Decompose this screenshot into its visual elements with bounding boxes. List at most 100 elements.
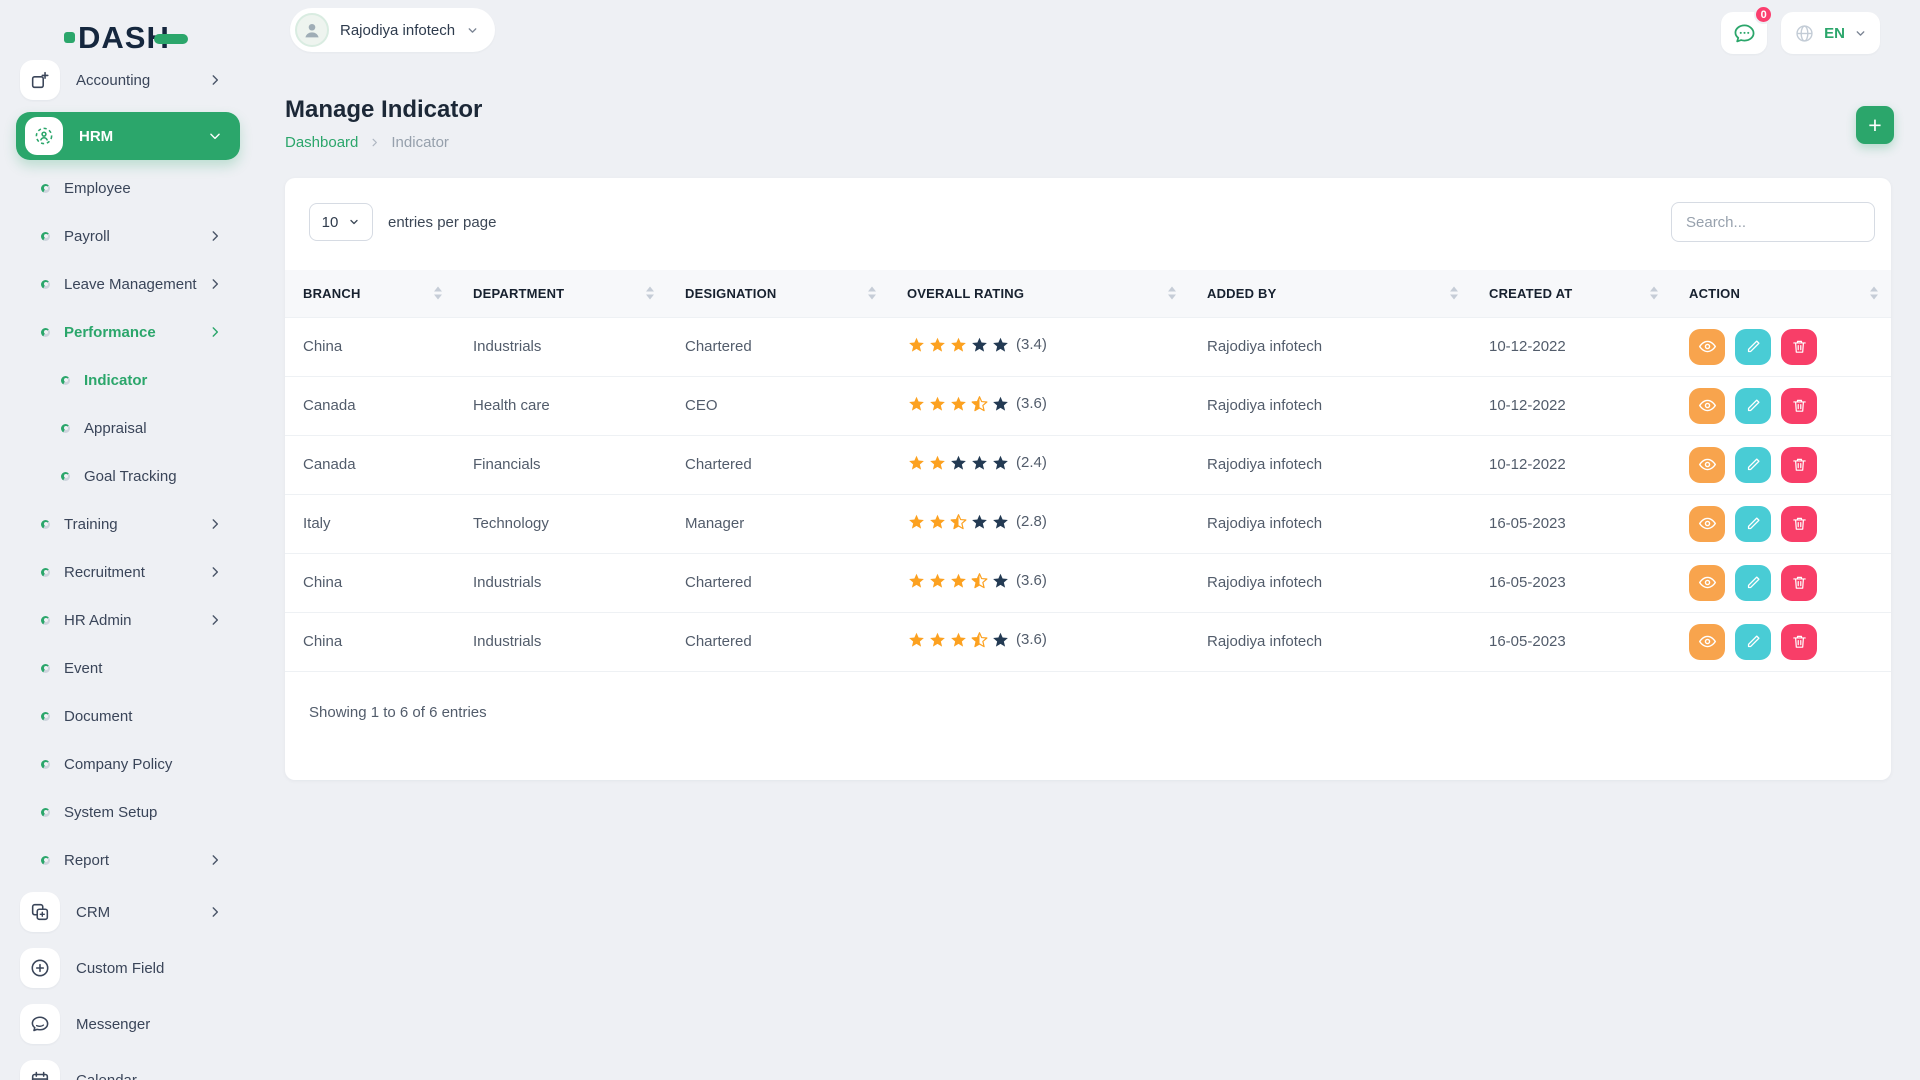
rating-value: (3.6) (1016, 631, 1047, 648)
messages-badge: 0 (1754, 5, 1773, 24)
sidebar-item-document[interactable]: Document (0, 692, 256, 740)
cell-action (1671, 317, 1891, 376)
cell-designation: Chartered (667, 317, 889, 376)
view-button[interactable] (1689, 329, 1725, 365)
cell-created-at: 10-12-2022 (1471, 435, 1671, 494)
column-header-action[interactable]: ACTION (1671, 270, 1891, 317)
sidebar-item-system-setup[interactable]: System Setup (0, 788, 256, 836)
star-empty-icon (970, 453, 989, 472)
column-header-created-at[interactable]: CREATED AT (1471, 270, 1671, 317)
star-empty-icon (991, 512, 1010, 531)
brand-logo[interactable]: DASH (64, 22, 188, 53)
delete-button[interactable] (1781, 447, 1817, 483)
chevron-right-icon (208, 517, 222, 531)
sidebar-item-appraisal[interactable]: Appraisal (0, 404, 256, 452)
globe-icon (1794, 23, 1815, 44)
edit-button[interactable] (1735, 329, 1771, 365)
star-full-icon (949, 335, 968, 354)
logo-accent-dot-icon (64, 32, 75, 43)
column-header-branch[interactable]: BRANCH (285, 270, 455, 317)
sidebar-item-company-policy[interactable]: Company Policy (0, 740, 256, 788)
sidebar-item-performance[interactable]: Performance (0, 308, 256, 356)
sidebar-item-label: Report (64, 852, 109, 869)
sidebar-item-leave-management[interactable]: Leave Management (0, 260, 256, 308)
table-toolbar: 10 entries per page (285, 178, 1891, 270)
chevron-right-icon (208, 277, 222, 291)
delete-button[interactable] (1781, 329, 1817, 365)
edit-button[interactable] (1735, 624, 1771, 660)
language-selector[interactable]: EN (1781, 12, 1880, 54)
sort-arrows-icon[interactable] (1450, 287, 1458, 300)
row-actions (1689, 447, 1873, 483)
sort-arrows-icon[interactable] (868, 287, 876, 300)
column-header-added-by[interactable]: ADDED BY (1189, 270, 1471, 317)
rating-value: (2.8) (1016, 513, 1047, 530)
bullet-ring-icon (61, 376, 70, 385)
sort-arrows-icon[interactable] (1168, 287, 1176, 300)
cell-created-at: 16-05-2023 (1471, 612, 1671, 671)
star-full-icon (928, 571, 947, 590)
search-input[interactable] (1671, 202, 1875, 242)
sidebar-item-hr-admin[interactable]: HR Admin (0, 596, 256, 644)
edit-button[interactable] (1735, 388, 1771, 424)
messages-button[interactable]: 0 (1721, 12, 1767, 54)
view-button[interactable] (1689, 624, 1725, 660)
sidebar-item-event[interactable]: Event (0, 644, 256, 692)
sidebar-item-training[interactable]: Training (0, 500, 256, 548)
sort-arrows-icon[interactable] (646, 287, 654, 300)
delete-button[interactable] (1781, 624, 1817, 660)
sort-arrows-icon[interactable] (1870, 287, 1878, 300)
view-button[interactable] (1689, 506, 1725, 542)
sidebar-item-report[interactable]: Report (0, 836, 256, 884)
table-row: ChinaIndustrialsChartered(3.4)Rajodiya i… (285, 317, 1891, 376)
breadcrumb-dashboard-link[interactable]: Dashboard (285, 134, 358, 151)
star-full-icon (928, 335, 947, 354)
sidebar-item-custom-field[interactable]: Custom Field (0, 940, 256, 996)
table-row: ChinaIndustrialsChartered(3.6)Rajodiya i… (285, 612, 1891, 671)
sidebar-item-crm[interactable]: CRM (0, 884, 256, 940)
delete-button[interactable] (1781, 565, 1817, 601)
trash-icon (1791, 397, 1808, 414)
sort-arrows-icon[interactable] (1650, 287, 1658, 300)
sidebar-item-label: Employee (64, 180, 131, 197)
sidebar-item-messenger[interactable]: Messenger (0, 996, 256, 1052)
sidebar-item-label: Calendar (76, 1072, 137, 1080)
view-button[interactable] (1689, 388, 1725, 424)
cell-branch: China (285, 612, 455, 671)
sidebar-item-indicator[interactable]: Indicator (0, 356, 256, 404)
rating-value: (3.4) (1016, 336, 1047, 353)
sidebar-item-payroll[interactable]: Payroll (0, 212, 256, 260)
sidebar-item-calendar[interactable]: Calendar (0, 1052, 256, 1080)
edit-button[interactable] (1735, 506, 1771, 542)
sidebar-item-recruitment[interactable]: Recruitment (0, 548, 256, 596)
sidebar-item-label: Goal Tracking (84, 468, 177, 485)
column-header-designation[interactable]: DESIGNATION (667, 270, 889, 317)
edit-button[interactable] (1735, 565, 1771, 601)
crm-icon (20, 892, 60, 932)
sidebar-item-accounting[interactable]: Accounting (0, 60, 256, 108)
column-header-overall-rating[interactable]: OVERALL RATING (889, 270, 1189, 317)
sidebar-item-hrm[interactable]: HRM (0, 108, 256, 164)
view-button[interactable] (1689, 447, 1725, 483)
edit-button[interactable] (1735, 447, 1771, 483)
star-empty-icon (970, 512, 989, 531)
column-header-label: DESIGNATION (685, 286, 777, 301)
chevron-right-icon (208, 73, 222, 87)
bullet-ring-icon (41, 616, 50, 625)
delete-button[interactable] (1781, 506, 1817, 542)
create-indicator-button[interactable]: + (1856, 106, 1894, 144)
cell-overall-rating: (2.4) (889, 435, 1189, 494)
cell-created-at: 10-12-2022 (1471, 376, 1671, 435)
star-full-icon (949, 394, 968, 413)
sort-arrows-icon[interactable] (434, 287, 442, 300)
chevron-down-icon (348, 216, 360, 228)
table-row: CanadaHealth careCEO(3.6)Rajodiya infote… (285, 376, 1891, 435)
column-header-department[interactable]: DEPARTMENT (455, 270, 667, 317)
sidebar-item-goal-tracking[interactable]: Goal Tracking (0, 452, 256, 500)
language-code: EN (1824, 25, 1845, 42)
view-button[interactable] (1689, 565, 1725, 601)
entries-per-page-select[interactable]: 10 (309, 203, 373, 241)
delete-button[interactable] (1781, 388, 1817, 424)
sidebar-item-employee[interactable]: Employee (0, 164, 256, 212)
workspace-switcher[interactable]: Rajodiya infotech (290, 8, 495, 52)
